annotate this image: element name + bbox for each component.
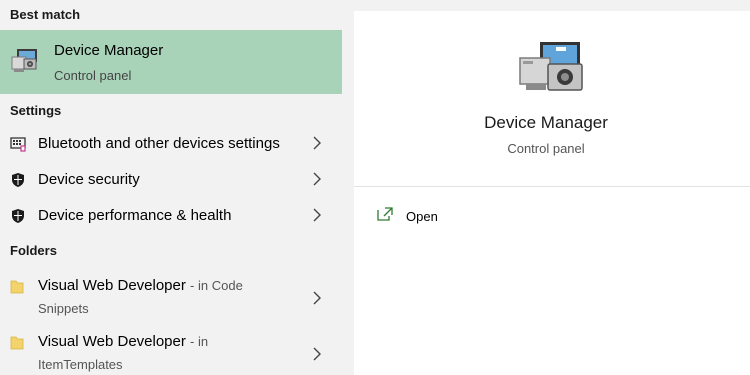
settings-item-bluetooth[interactable]: Bluetooth and other devices settings bbox=[0, 126, 342, 162]
folder-icon bbox=[10, 335, 24, 351]
shield-icon bbox=[10, 172, 26, 188]
chevron-right-icon[interactable] bbox=[311, 207, 323, 223]
settings-item-device-security[interactable]: Device security bbox=[0, 162, 342, 198]
folder-item-location-prefix: - in bbox=[190, 334, 209, 349]
settings-item-label: Device performance & health bbox=[38, 207, 232, 224]
open-external-icon bbox=[376, 206, 394, 222]
chevron-right-icon[interactable] bbox=[311, 346, 323, 362]
chevron-right-icon[interactable] bbox=[311, 290, 323, 306]
best-match-title: Device Manager bbox=[54, 42, 164, 59]
settings-item-device-performance[interactable]: Device performance & health bbox=[0, 198, 342, 234]
detail-divider bbox=[354, 186, 750, 187]
chevron-right-icon[interactable] bbox=[311, 135, 323, 151]
detail-title: Device Manager bbox=[484, 113, 608, 132]
detail-subtitle: Control panel bbox=[507, 141, 585, 156]
device-manager-icon bbox=[10, 47, 40, 75]
folder-item-code-snippets[interactable]: Visual Web Developer - in Code Snippets bbox=[0, 270, 342, 326]
best-match-header: Best match bbox=[10, 7, 81, 22]
folder-item-name: Visual Web Developer bbox=[38, 333, 186, 350]
folder-icon bbox=[10, 279, 24, 295]
open-button[interactable]: Open bbox=[354, 198, 750, 234]
search-results-panel: Best match Device Manager Control panel … bbox=[0, 0, 342, 375]
keyboard-device-icon bbox=[10, 136, 26, 152]
shield-icon bbox=[10, 208, 26, 224]
folder-item-title: Visual Web Developer - in Code bbox=[38, 277, 243, 294]
open-label: Open bbox=[406, 209, 438, 224]
folder-item-location: Snippets bbox=[38, 301, 89, 316]
settings-header: Settings bbox=[10, 103, 62, 118]
folder-item-name: Visual Web Developer bbox=[38, 277, 186, 294]
settings-item-label: Bluetooth and other devices settings bbox=[38, 135, 280, 152]
folder-item-title: Visual Web Developer - in bbox=[38, 333, 208, 350]
device-manager-large-icon bbox=[518, 40, 592, 96]
folders-header: Folders bbox=[10, 243, 57, 258]
folder-item-location: ItemTemplates bbox=[38, 357, 123, 372]
folder-item-item-templates[interactable]: Visual Web Developer - in ItemTemplates bbox=[0, 326, 342, 375]
settings-item-label: Device security bbox=[38, 171, 140, 188]
best-match-item[interactable]: Device Manager Control panel bbox=[0, 30, 342, 94]
best-match-subtitle: Control panel bbox=[54, 68, 132, 83]
chevron-right-icon[interactable] bbox=[311, 171, 323, 187]
folder-item-location-prefix: - in Code bbox=[190, 278, 243, 293]
